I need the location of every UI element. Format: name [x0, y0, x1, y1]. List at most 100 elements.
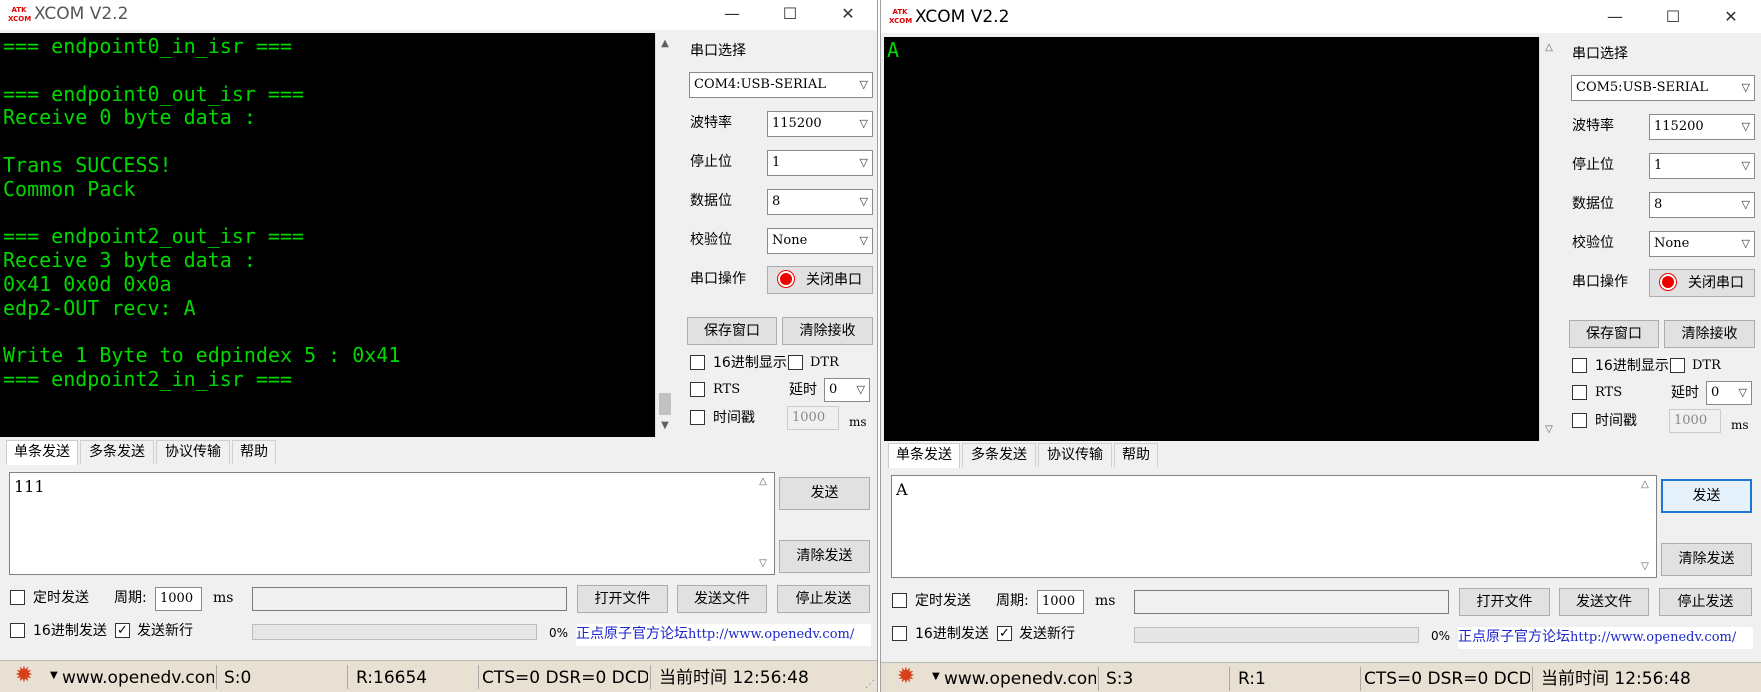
- send-scrollbar[interactable]: △ ▽: [754, 473, 772, 574]
- timed-send-checkbox[interactable]: [892, 593, 907, 608]
- stop-send-button[interactable]: 停止发送: [1659, 588, 1752, 616]
- parity-select[interactable]: None ▽: [1649, 231, 1755, 257]
- delay-select[interactable]: 0 ▽: [824, 378, 870, 402]
- data-bits-select[interactable]: 8 ▽: [1649, 192, 1755, 218]
- data-bits-value: 8: [772, 194, 781, 209]
- tab-help[interactable]: 帮助: [1114, 443, 1158, 467]
- maximize-button[interactable]: ☐: [762, 0, 818, 30]
- timestamp-interval-input[interactable]: 1000: [787, 406, 839, 430]
- scroll-up-arrow-icon[interactable]: △: [754, 473, 772, 491]
- receive-area[interactable]: === endpoint0_in_isr === === endpoint0_o…: [0, 33, 655, 437]
- scroll-down-arrow-icon[interactable]: ▽: [754, 555, 772, 573]
- timestamp-label: 时间戳: [713, 410, 755, 426]
- receive-scrollbar[interactable]: △ ▽: [1539, 37, 1557, 441]
- title-bar[interactable]: ATK XCOM XCOM V2.2 — ☐ ✕: [881, 0, 1761, 33]
- gear-icon[interactable]: ✹: [894, 665, 918, 689]
- xcom-window-right: ATK XCOM XCOM V2.2 — ☐ ✕ A △ ▽ 串口选择 COM5:…: [880, 0, 1761, 692]
- resize-grip-icon[interactable]: ⋰: [865, 679, 875, 690]
- stop-bits-select[interactable]: 1 ▽: [1649, 153, 1755, 179]
- save-window-button[interactable]: 保存窗口: [1569, 320, 1659, 348]
- timestamp-ms-label: ms: [1731, 418, 1749, 432]
- parity-label: 校验位: [690, 232, 732, 248]
- tab-single-send[interactable]: 单条发送: [888, 443, 960, 468]
- tab-multi-send[interactable]: 多条发送: [80, 440, 154, 464]
- receive-area[interactable]: A: [884, 37, 1539, 441]
- file-path-field[interactable]: [1134, 590, 1449, 614]
- title-bar[interactable]: ATK XCOM XCOM V2.2 — ☐ ✕: [0, 0, 877, 30]
- stop-send-button[interactable]: 停止发送: [777, 585, 870, 613]
- save-window-button[interactable]: 保存窗口: [687, 317, 777, 345]
- port-select[interactable]: COM4:USB-SERIAL ▽: [689, 72, 873, 98]
- send-button[interactable]: 发送: [779, 477, 870, 510]
- chevron-down-icon[interactable]: ▼: [932, 671, 940, 682]
- clear-send-button[interactable]: 清除发送: [779, 540, 870, 573]
- tab-multi-send[interactable]: 多条发送: [962, 443, 1036, 467]
- status-website[interactable]: www.openedv.com: [62, 667, 214, 689]
- close-port-button[interactable]: 关闭串口: [767, 266, 873, 294]
- dtr-checkbox[interactable]: [788, 355, 803, 370]
- send-file-button[interactable]: 发送文件: [677, 585, 767, 613]
- send-file-button[interactable]: 发送文件: [1559, 588, 1649, 616]
- scroll-up-arrow-icon[interactable]: △: [1636, 476, 1654, 494]
- hex-send-checkbox[interactable]: [10, 623, 25, 638]
- tab-single-send[interactable]: 单条发送: [6, 440, 78, 465]
- scroll-down-arrow-icon[interactable]: ▽: [1540, 421, 1558, 439]
- data-bits-select[interactable]: 8 ▽: [767, 189, 873, 215]
- status-separator: [1098, 667, 1099, 691]
- close-button[interactable]: ✕: [820, 0, 876, 30]
- send-newline-checkbox[interactable]: ✓: [115, 623, 130, 638]
- timestamp-checkbox[interactable]: [690, 410, 705, 425]
- delay-select[interactable]: 0 ▽: [1706, 381, 1752, 405]
- tab-help[interactable]: 帮助: [232, 440, 276, 464]
- receive-scrollbar[interactable]: ▲ ▼: [655, 33, 673, 437]
- file-path-field[interactable]: [252, 587, 567, 611]
- tab-protocol[interactable]: 协议传输: [156, 440, 230, 464]
- parity-select[interactable]: None ▽: [767, 228, 873, 254]
- rts-checkbox[interactable]: [690, 382, 705, 397]
- timed-send-checkbox[interactable]: [10, 590, 25, 605]
- port-select[interactable]: COM5:USB-SERIAL ▽: [1571, 75, 1755, 101]
- minimize-button[interactable]: —: [704, 0, 760, 30]
- hex-display-checkbox[interactable]: [1572, 358, 1587, 373]
- period-input[interactable]: 1000: [1037, 590, 1084, 614]
- stop-bits-select[interactable]: 1 ▽: [767, 150, 873, 176]
- clear-receive-button[interactable]: 清除接收: [782, 317, 873, 345]
- status-website[interactable]: www.openedv.com: [944, 668, 1096, 690]
- send-input[interactable]: 111: [9, 472, 775, 575]
- port-status-led-icon: [1660, 274, 1676, 290]
- forum-link[interactable]: 正点原子官方论坛http://www.openedv.com/: [1458, 627, 1753, 649]
- baud-select[interactable]: 115200 ▽: [1649, 114, 1755, 140]
- tab-protocol[interactable]: 协议传输: [1038, 443, 1112, 467]
- scroll-thumb[interactable]: [659, 393, 671, 415]
- scroll-down-arrow-icon[interactable]: ▼: [656, 417, 674, 435]
- timestamp-ms-label: ms: [849, 415, 867, 429]
- minimize-button[interactable]: —: [1587, 3, 1643, 33]
- send-scrollbar[interactable]: △ ▽: [1636, 476, 1654, 577]
- gear-icon[interactable]: ✹: [12, 664, 36, 688]
- scroll-down-arrow-icon[interactable]: ▽: [1636, 558, 1654, 576]
- hex-send-checkbox[interactable]: [892, 626, 907, 641]
- clear-receive-button[interactable]: 清除接收: [1664, 320, 1755, 348]
- period-input[interactable]: 1000: [155, 587, 202, 611]
- hex-display-checkbox[interactable]: [690, 355, 705, 370]
- send-newline-checkbox[interactable]: ✓: [997, 626, 1012, 641]
- status-sent-count: S:3: [1106, 669, 1134, 689]
- chevron-down-icon: ▽: [859, 78, 868, 91]
- maximize-button[interactable]: ☐: [1645, 3, 1701, 33]
- timestamp-checkbox[interactable]: [1572, 413, 1587, 428]
- scroll-up-arrow-icon[interactable]: △: [1540, 39, 1558, 57]
- chevron-down-icon[interactable]: ▼: [50, 670, 58, 681]
- clear-send-button[interactable]: 清除发送: [1661, 543, 1752, 576]
- rts-checkbox[interactable]: [1572, 385, 1587, 400]
- open-file-button[interactable]: 打开文件: [1459, 588, 1550, 616]
- send-button[interactable]: 发送: [1661, 479, 1752, 513]
- close-button[interactable]: ✕: [1703, 3, 1759, 33]
- open-file-button[interactable]: 打开文件: [577, 585, 668, 613]
- baud-select[interactable]: 115200 ▽: [767, 111, 873, 137]
- send-input[interactable]: A: [891, 475, 1657, 578]
- timestamp-interval-input[interactable]: 1000: [1669, 409, 1721, 433]
- dtr-checkbox[interactable]: [1670, 358, 1685, 373]
- close-port-button[interactable]: 关闭串口: [1649, 269, 1755, 297]
- forum-link[interactable]: 正点原子官方论坛http://www.openedv.com/: [576, 624, 871, 646]
- scroll-up-arrow-icon[interactable]: ▲: [656, 35, 674, 53]
